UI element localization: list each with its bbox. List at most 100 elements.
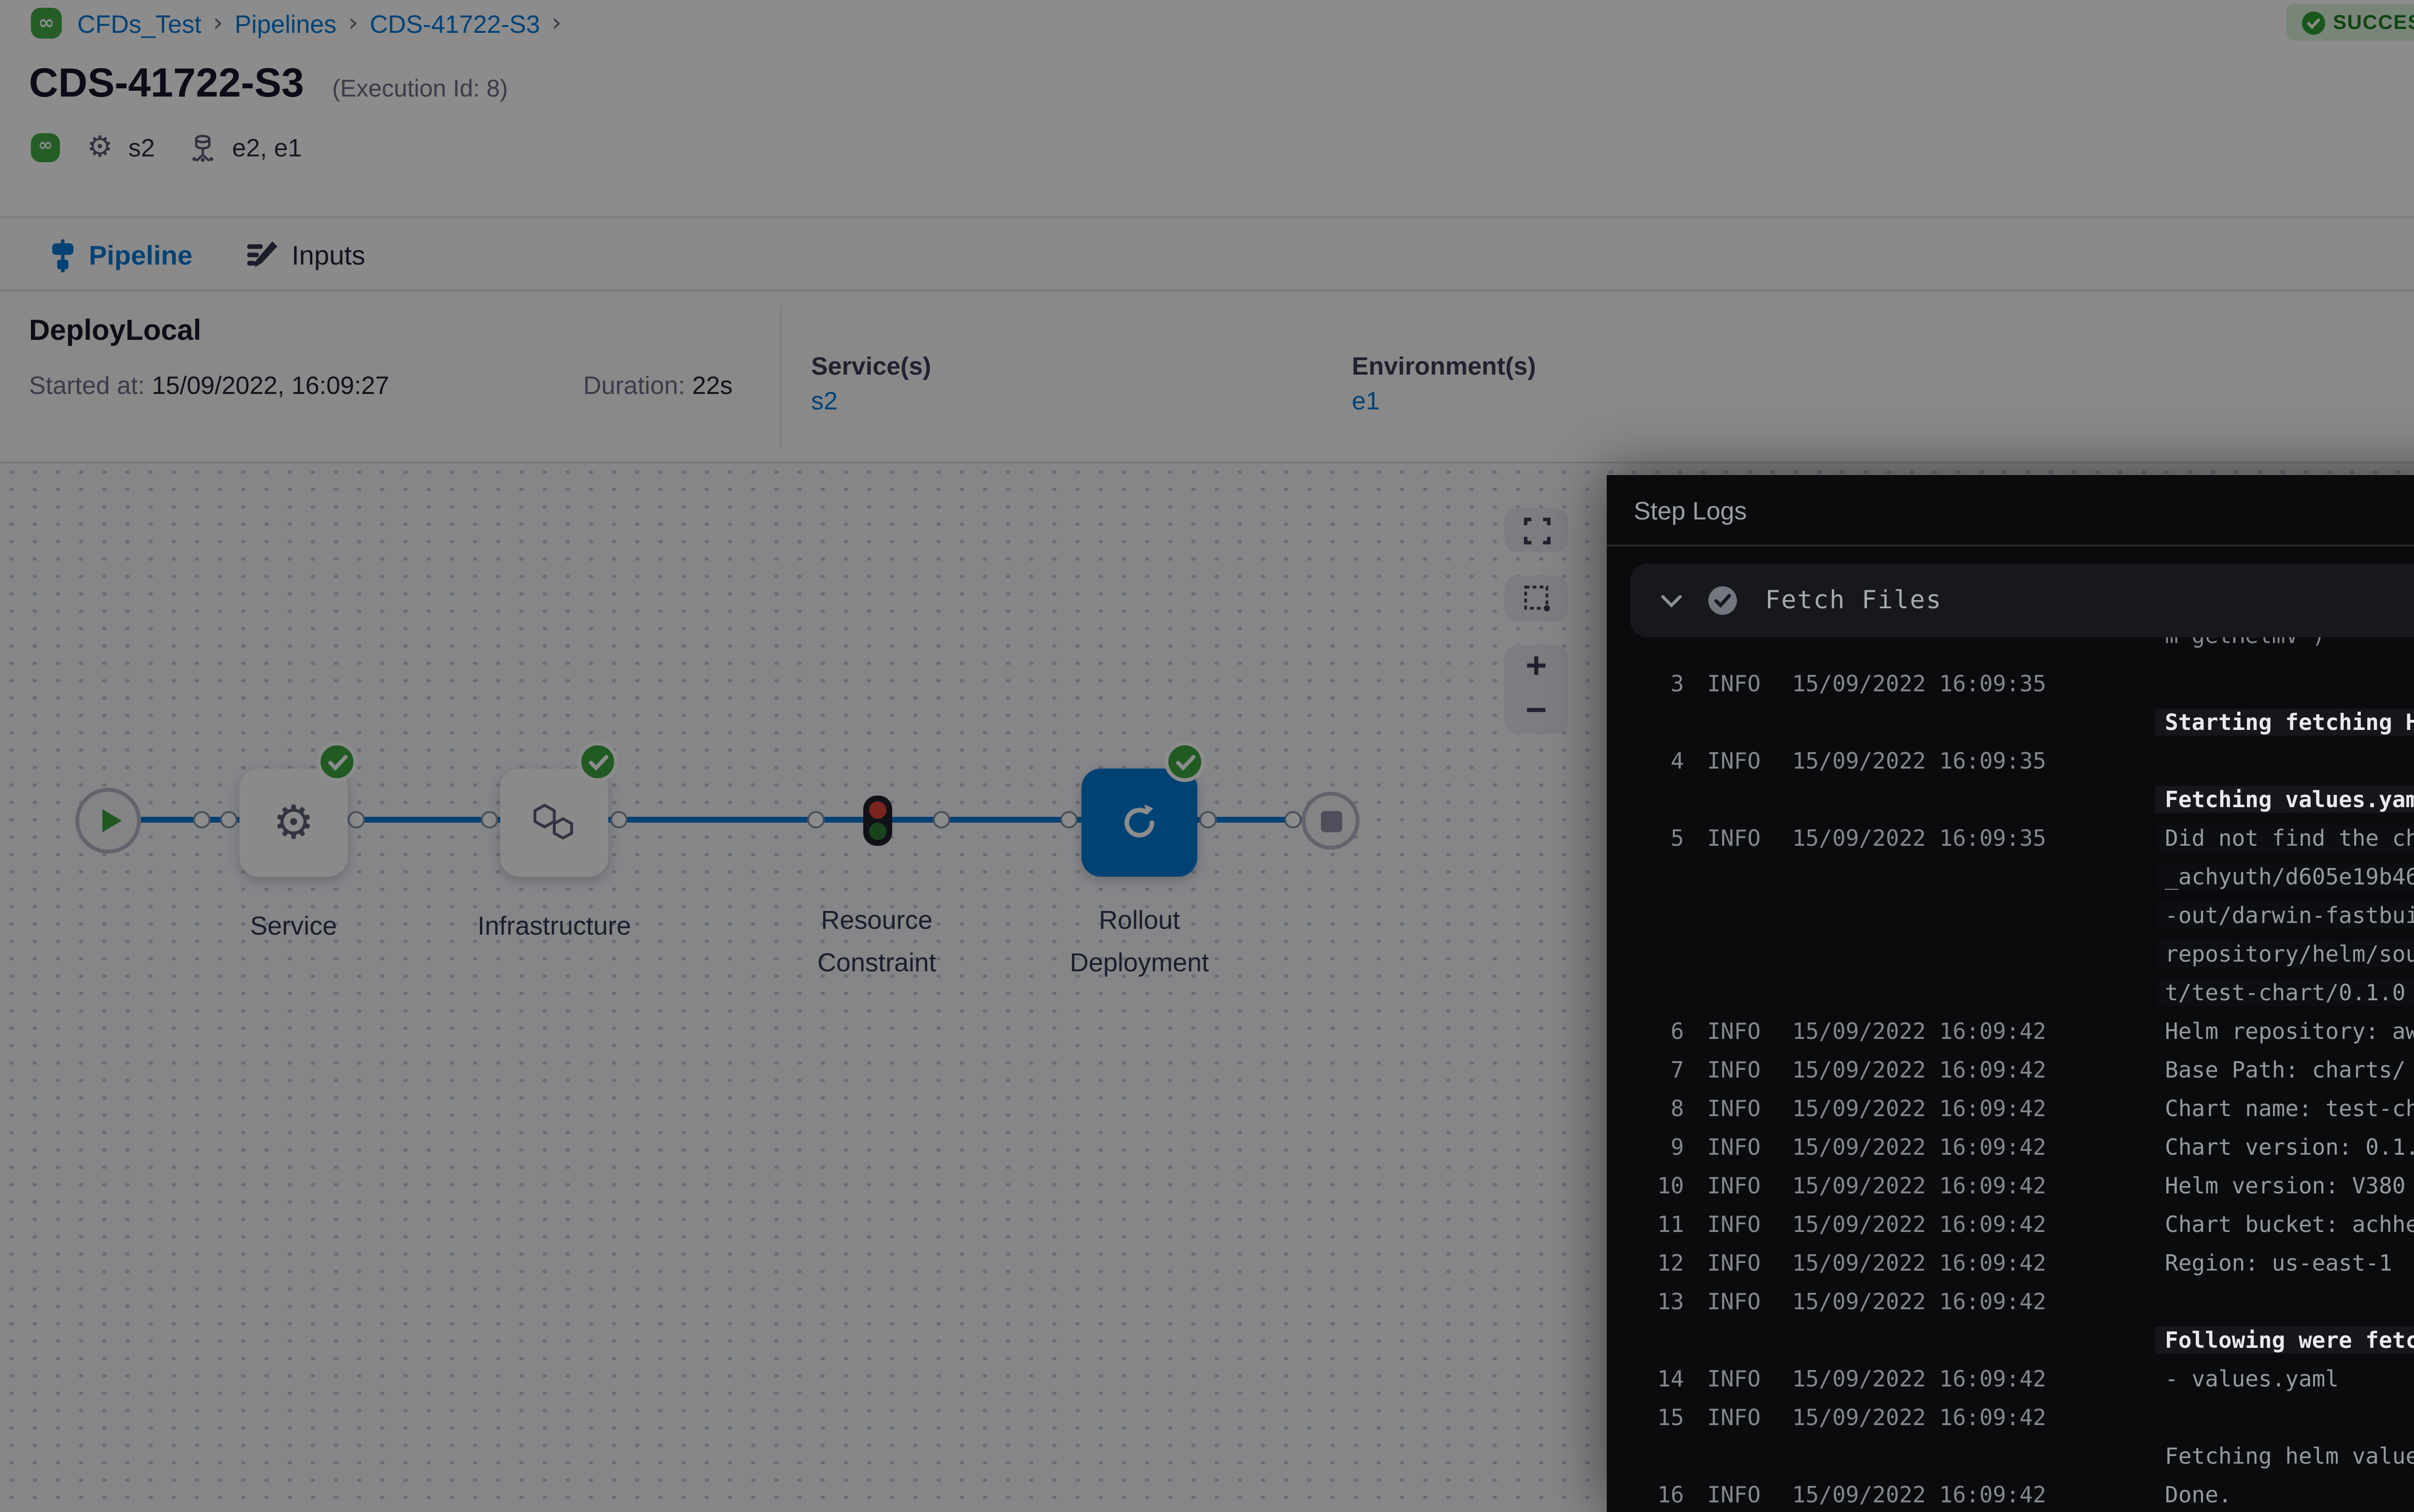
log-level: INFO <box>1707 1249 1773 1276</box>
log-line-number: 7 <box>1634 1056 1684 1083</box>
log-message: Chart bucket: achhelmbucket <box>2165 1211 2414 1238</box>
log-message: _achyuth/d605e19b46448ceaacb01fb4c19633a… <box>2157 863 2414 890</box>
breadcrumb-project[interactable]: CFDs_Test <box>77 10 201 39</box>
tab-pipeline[interactable]: Pipeline <box>50 218 193 292</box>
log-row: _achyuth/d605e19b46448ceaacb01fb4c19633a… <box>1607 857 2414 896</box>
tab-inputs-label: Inputs <box>292 239 365 270</box>
log-message: Region: us-east-1 <box>2165 1249 2392 1276</box>
log-row: Fetching values.yaml from helm chart rep… <box>1607 780 2414 819</box>
harness-status-icon: ∞ <box>31 132 60 161</box>
node-rollout-deployment[interactable] <box>1081 769 1197 877</box>
log-message: - values.yaml <box>2165 1365 2339 1392</box>
breadcrumb-pipeline[interactable]: CDS-41722-S3 <box>370 10 540 39</box>
canvas-selection-button[interactable] <box>1504 575 1568 622</box>
tab-inputs[interactable]: Inputs <box>247 218 365 292</box>
log-line-number: 14 <box>1634 1365 1684 1392</box>
node-label-resource-constraint: Resource Constraint <box>771 900 983 985</box>
log-row: 4 INFO 15/09/2022 16:09:35 <box>1607 742 2414 780</box>
log-message: Following were fetched successfully : <box>2155 1327 2414 1354</box>
connector-port <box>933 811 950 828</box>
started-at: Started at: 15/09/2022, 16:09:27 <box>29 371 389 400</box>
services-link[interactable]: s2 <box>811 386 838 415</box>
log-message: Fetching values.yaml from helm chart rep… <box>2155 786 2414 813</box>
log-line-number: 3 <box>1634 670 1684 697</box>
log-row: Following were fetched successfully : <box>1607 1321 2414 1359</box>
pipeline-tab-icon <box>50 238 75 271</box>
log-timestamp: 15/09/2022 16:09:42 <box>1792 1095 2055 1122</box>
log-line-number: 12 <box>1634 1249 1684 1276</box>
graph-start-node[interactable] <box>75 788 141 854</box>
log-message: Fetching helm values completed successfu… <box>2165 1442 2414 1470</box>
harness-logo-icon: ∞ <box>31 8 62 39</box>
top-header: ∞ CFDs_Test › Pipelines › CDS-41722-S3 ›… <box>0 0 2414 216</box>
log-row: t/test-chart/0.1.0 <box>1607 973 2414 1012</box>
log-level: INFO <box>1707 1404 1773 1431</box>
log-row: 13 INFO 15/09/2022 16:09:42 <box>1607 1282 2414 1321</box>
log-message: Starting fetching Helm values <box>2155 709 2414 736</box>
duration-value: 22s <box>692 371 733 400</box>
log-rows[interactable]: 3 INFO 15/09/2022 16:09:35 Starting fetc… <box>1607 664 2414 1512</box>
log-level: INFO <box>1707 825 1773 852</box>
connector-port <box>348 811 365 828</box>
log-row: 14 INFO 15/09/2022 16:09:42 - values.yam… <box>1607 1359 2414 1398</box>
log-row: 3 INFO 15/09/2022 16:09:35 <box>1607 664 2414 703</box>
log-timestamp: 15/09/2022 16:09:35 <box>1792 670 2055 697</box>
log-timestamp: 15/09/2022 16:09:42 <box>1792 1018 2055 1045</box>
duration-label: Duration: <box>583 371 685 400</box>
log-line-number: 15 <box>1634 1404 1684 1431</box>
graph-end-node[interactable] <box>1302 792 1360 850</box>
log-message: repository/helm/source/93602db7-89f2-317… <box>2157 940 2414 967</box>
log-level: INFO <box>1707 747 1773 774</box>
zoom-in-button[interactable]: + <box>1526 646 1547 688</box>
inputs-tab-icon <box>247 240 278 269</box>
services-label: Service(s) <box>811 351 931 380</box>
log-row: 6 INFO 15/09/2022 16:09:42 Helm reposito… <box>1607 1012 2414 1050</box>
log-line-number: 13 <box>1634 1288 1684 1315</box>
service-success-icon <box>317 742 357 782</box>
connector-port <box>193 811 211 828</box>
log-level: INFO <box>1707 1134 1773 1161</box>
service-gear-icon: ⚙ <box>87 132 113 161</box>
chevron-down-icon[interactable] <box>1661 594 1682 607</box>
stage-summary: DeployLocal Started at: 15/09/2022, 16:0… <box>0 292 2414 463</box>
environments-label: Environment(s) <box>1352 351 1536 380</box>
node-infrastructure[interactable] <box>500 769 608 877</box>
log-message: Chart name: test-chart <box>2165 1095 2414 1122</box>
log-timestamp: 15/09/2022 16:09:35 <box>1792 825 2055 852</box>
node-service[interactable]: ⚙ <box>239 769 348 877</box>
stage-name: DeployLocal <box>29 315 201 348</box>
service-gear-icon: ⚙ <box>273 799 314 846</box>
node-label-rollout-deployment: Rollout Deployment <box>1031 900 1248 985</box>
log-timestamp: 15/09/2022 16:09:42 <box>1792 1056 2055 1083</box>
node-resource-constraint[interactable] <box>863 796 892 846</box>
log-message: Helm version: V380 <box>2165 1172 2406 1199</box>
canvas-zoom-control: + − <box>1504 645 1568 734</box>
log-message: Chart version: 0.1.0 <box>2165 1134 2414 1161</box>
environments-link[interactable]: e1 <box>1352 386 1380 415</box>
traffic-green-icon <box>869 823 886 840</box>
log-timestamp: 15/09/2022 16:09:42 <box>1792 1365 2055 1392</box>
breadcrumb-pipelines[interactable]: Pipelines <box>235 10 337 39</box>
app-root: ∞ CFDs_Test › Pipelines › CDS-41722-S3 ›… <box>0 0 2414 1512</box>
log-level: INFO <box>1707 1365 1773 1392</box>
zoom-out-button[interactable]: − <box>1526 690 1547 733</box>
step-logs-drawer: Step Logs Console View m getHelmV ) <box>1607 475 2414 1512</box>
log-level: INFO <box>1707 1172 1773 1199</box>
log-row: 5 INFO 15/09/2022 16:09:35 Did not find … <box>1607 819 2414 857</box>
connector-port <box>1284 811 1302 828</box>
canvas-fullscreen-button[interactable] <box>1504 508 1568 552</box>
log-row: 8 INFO 15/09/2022 16:09:42 Chart name: t… <box>1607 1089 2414 1128</box>
started-value: 15/09/2022, 16:09:27 <box>152 371 389 400</box>
node-label-infrastructure: Infrastructure <box>429 906 680 948</box>
stop-icon <box>1320 810 1341 831</box>
divider <box>780 305 782 448</box>
tag-environments: e2, e1 <box>232 132 302 161</box>
tab-pipeline-label: Pipeline <box>89 239 193 270</box>
step-section-fetch-files[interactable]: Fetch Files ↑ ↓ 9s <box>1630 564 2414 637</box>
log-line-number: 6 <box>1634 1018 1684 1045</box>
log-timestamp: 15/09/2022 16:09:42 <box>1792 1288 2055 1315</box>
step-logs-header: Step Logs Console View <box>1607 475 2414 546</box>
breadcrumb-separator-icon: › <box>213 10 223 39</box>
log-timestamp: 15/09/2022 16:09:42 <box>1792 1249 2055 1276</box>
connector-port <box>481 811 498 828</box>
